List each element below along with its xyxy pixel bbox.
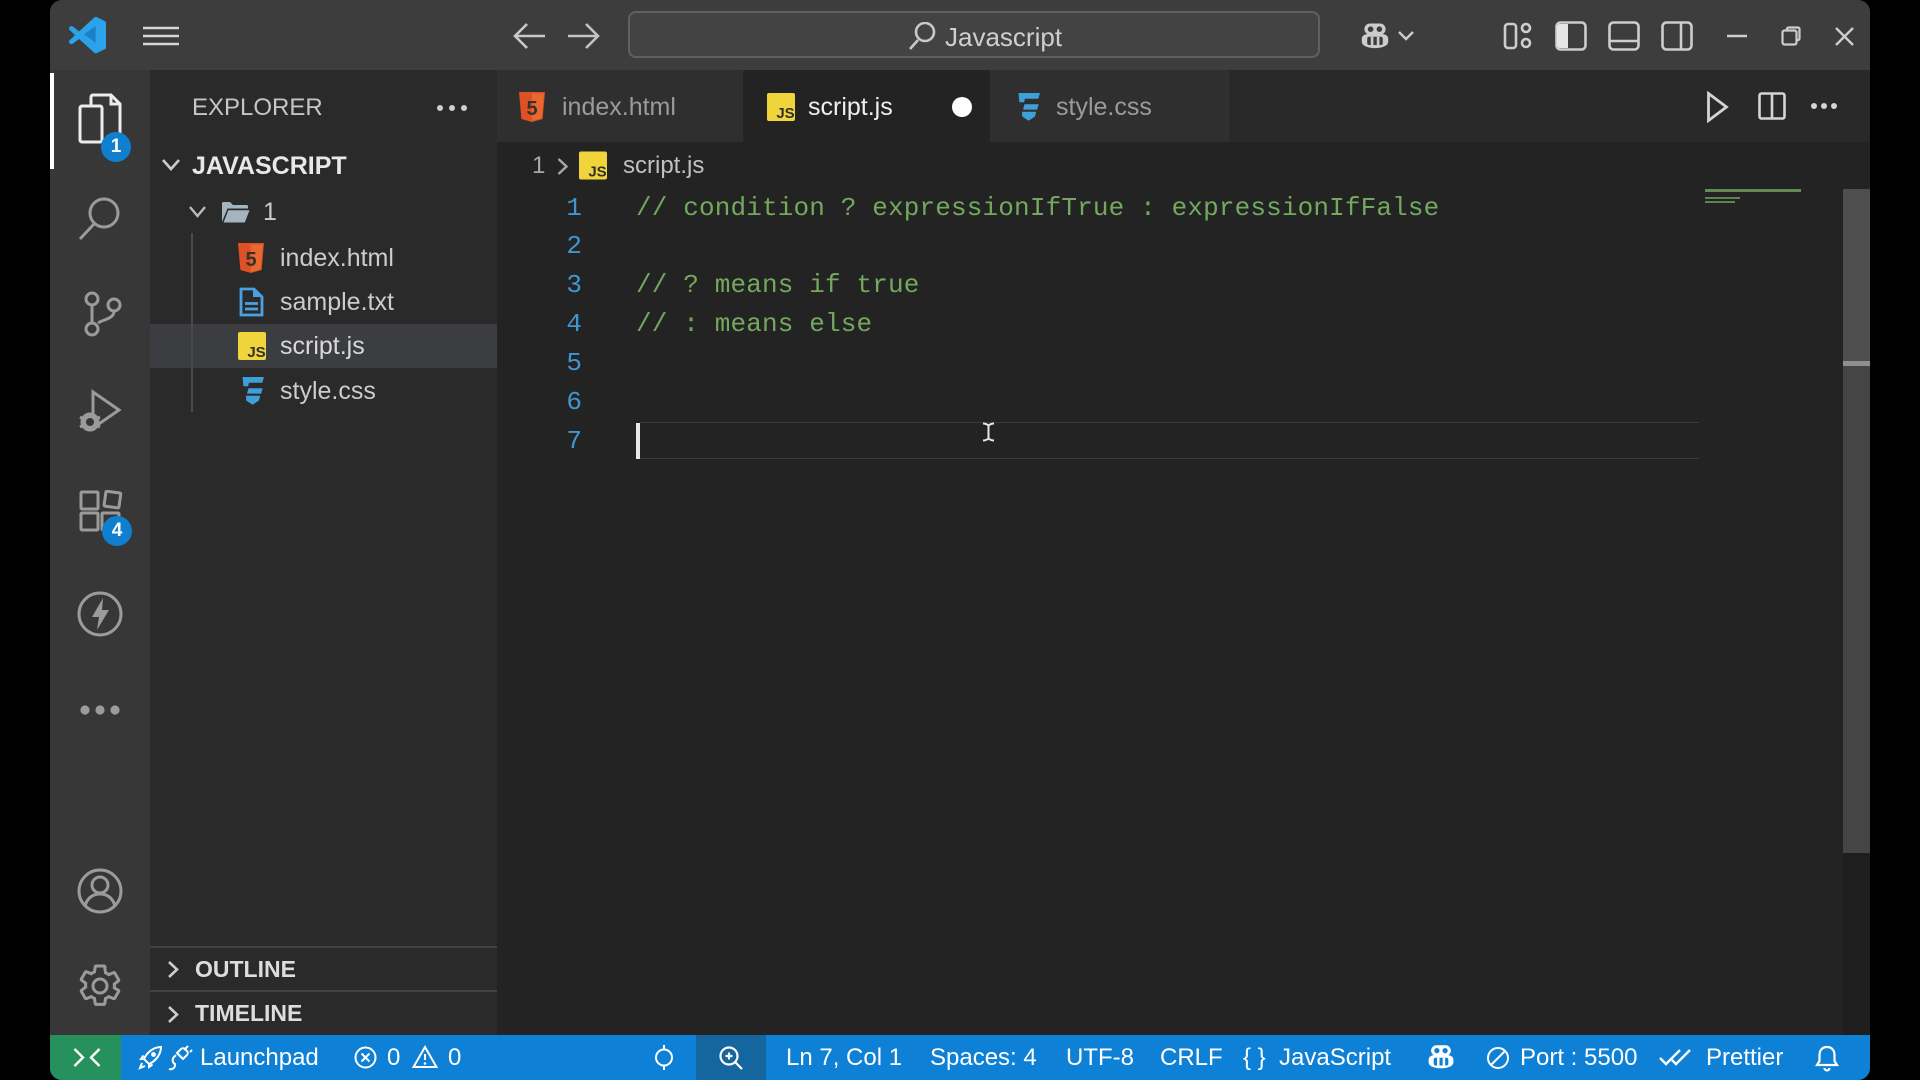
- svg-text:JS: JS: [247, 344, 265, 360]
- svg-text:5: 5: [245, 249, 256, 271]
- svg-text:JS: JS: [776, 105, 794, 121]
- svg-text:5: 5: [526, 98, 537, 120]
- svg-text:JS: JS: [588, 164, 606, 181]
